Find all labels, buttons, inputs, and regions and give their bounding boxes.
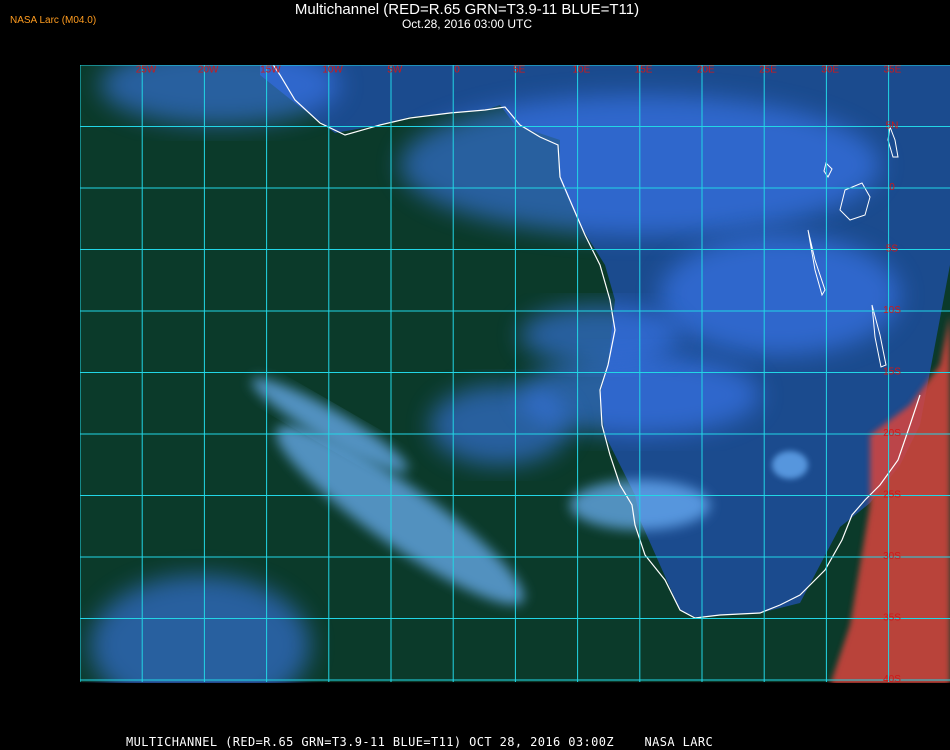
longitude-label: 10W (322, 65, 343, 76)
image-title: Multichannel (RED=R.65 GRN=T3.9-11 BLUE=… (294, 1, 640, 18)
satellite-map[interactable]: 25W 20W 15W 10W 5W 0 5E 10E 15E 20E 25E 30E 35E 5N 0 5… (80, 65, 950, 725)
longitude-label: 15W (260, 65, 281, 76)
longitude-label: 25E (759, 65, 777, 76)
longitude-label: 15E (635, 65, 653, 76)
longitude-label: 20E (697, 65, 715, 76)
latitude-label: 35S (883, 613, 901, 624)
latitude-label: 30S (883, 551, 901, 562)
latitude-label: 0 (889, 182, 895, 193)
longitude-label: 10E (573, 65, 591, 76)
longitude-label: 0 (454, 65, 460, 76)
latitude-label: 25S (883, 490, 901, 501)
longitude-label: 20W (198, 65, 219, 76)
longitude-label: 5W (387, 65, 403, 76)
latitude-label: 5S (886, 244, 899, 255)
latitude-label: 15S (883, 367, 901, 378)
no-data-band (80, 683, 950, 725)
latitude-label: 20S (883, 428, 901, 439)
footer-caption: MULTICHANNEL (RED=R.65 GRN=T3.9-11 BLUE=… (126, 735, 714, 749)
latitude-label: 10S (883, 305, 901, 316)
longitude-label: 35E (884, 65, 902, 76)
longitude-label: 30E (821, 65, 839, 76)
longitude-label: 5E (513, 65, 526, 76)
latitude-label: 5N (886, 121, 899, 132)
longitude-label: 25W (136, 65, 157, 76)
image-timestamp: Oct.28, 2016 03:00 UTC (401, 17, 533, 31)
satellite-image-panel: 25W 20W 15W 10W 5W 0 5E 10E 15E 20E 25E 30E 35E 5N 0 5… (80, 65, 950, 725)
